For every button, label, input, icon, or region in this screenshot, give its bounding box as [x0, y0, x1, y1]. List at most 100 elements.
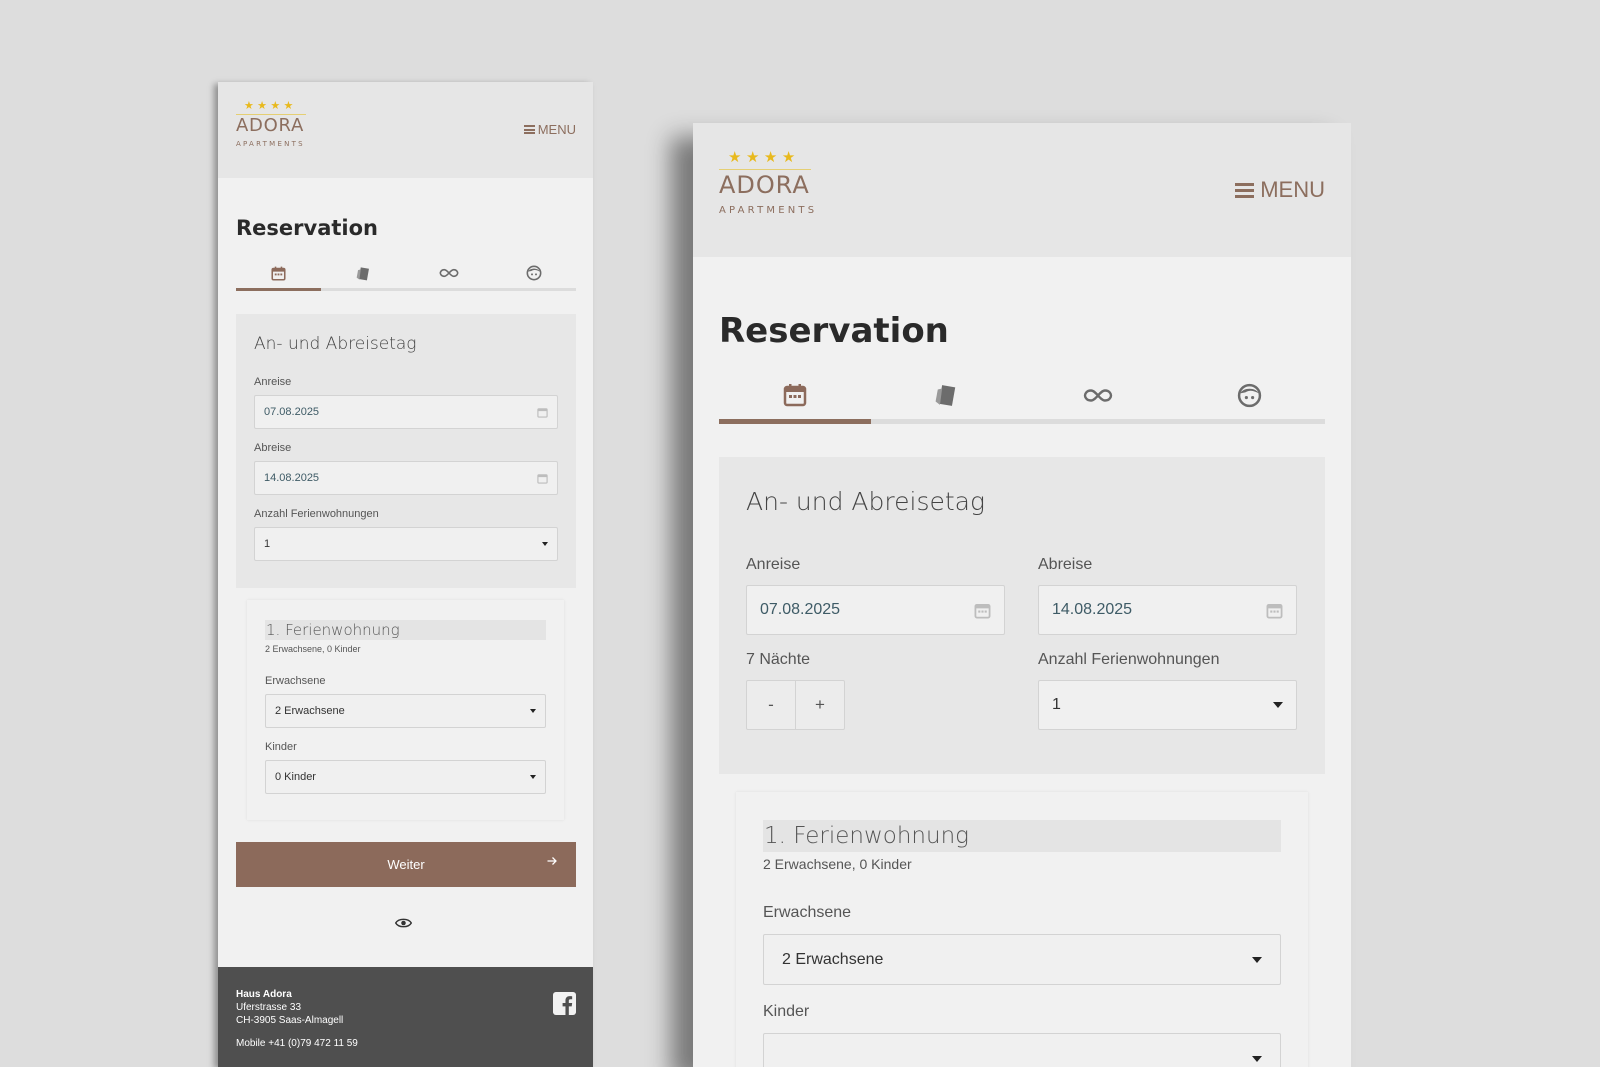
tab-dates[interactable] — [719, 371, 871, 424]
chevron-down-icon — [530, 709, 536, 713]
brand-name: ADORA — [236, 115, 305, 136]
footer-phone[interactable]: Mobile +41 (0)79 472 11 59 — [236, 1037, 575, 1050]
calendar-icon — [974, 603, 991, 618]
chevron-down-icon — [1273, 702, 1283, 708]
dates-panel-title: An- und Abreisetag — [746, 487, 985, 516]
adults-label: Erwachsene — [265, 675, 326, 687]
departure-date-field[interactable]: 14.08.2025 — [254, 461, 558, 495]
adults-select[interactable]: 2 Erwachsene — [265, 694, 546, 728]
calendar-icon — [537, 473, 548, 484]
infinity-icon — [439, 268, 458, 278]
departure-date-value: 14.08.2025 — [264, 472, 320, 484]
mobile-screen-large: ★★★★ ADORA APARTMENTS MENU Reservation A… — [693, 123, 1351, 1067]
apartment-card: 1. Ferienwohnung 2 Erwachsene, 0 Kinder … — [736, 792, 1308, 1067]
children-select[interactable]: 0 Kinder — [265, 760, 546, 794]
apartment-card-title: 1. Ferienwohnung — [265, 620, 546, 640]
apartments-count-select[interactable]: 1 — [1038, 680, 1297, 730]
dates-panel: An- und Abreisetag Anreise 07.08.2025 Ab… — [719, 457, 1325, 774]
rating-stars: ★★★★ — [728, 149, 800, 166]
footer-city: CH-3905 Saas-Almagell — [236, 1015, 344, 1026]
hamburger-icon — [1235, 182, 1255, 198]
tab-guest[interactable] — [491, 258, 576, 291]
arrival-date-value: 07.08.2025 — [264, 406, 320, 418]
logo-divider — [719, 169, 811, 170]
children-value: 0 Kinder — [275, 771, 316, 783]
apartment-card-summary: 2 Erwachsene, 0 Kinder — [763, 856, 912, 872]
nights-minus-button[interactable]: - — [747, 681, 795, 729]
tab-guest[interactable] — [1173, 371, 1325, 424]
tab-extras[interactable] — [406, 258, 491, 291]
tab-dates[interactable] — [236, 258, 321, 291]
departure-date-field[interactable]: 14.08.2025 — [1038, 585, 1297, 635]
children-label: Kinder — [265, 741, 297, 753]
mobile-screen-small: ★★★★ ADORA APARTMENTS MENU Reservation A… — [218, 82, 593, 1067]
page-title: Reservation — [719, 311, 949, 351]
page-title: Reservation — [236, 216, 378, 240]
reservation-steps — [719, 371, 1325, 424]
bookmark-tag-icon — [356, 266, 369, 280]
apartment-card-title: 1. Ferienwohnung — [763, 820, 1281, 852]
rating-stars: ★★★★ — [244, 100, 297, 112]
apartment-card-summary: 2 Erwachsene, 0 Kinder — [265, 644, 361, 654]
chevron-down-icon — [530, 775, 536, 779]
children-select[interactable] — [763, 1033, 1281, 1067]
menu-button[interactable]: MENU — [523, 122, 576, 137]
calendar-icon — [271, 266, 286, 281]
tab-apartment[interactable] — [321, 258, 406, 291]
hamburger-icon — [523, 125, 535, 134]
brand-subtitle: APARTMENTS — [719, 205, 818, 216]
calendar-icon — [783, 384, 806, 407]
site-header: ★★★★ ADORA APARTMENTS MENU — [693, 123, 1351, 257]
infinity-icon — [1083, 388, 1112, 402]
footer-name: Haus Adora — [236, 989, 292, 1000]
site-footer: Haus Adora Uferstrasse 33 CH-3905 Saas-A… — [218, 967, 593, 1067]
dates-panel: An- und Abreisetag Anreise 07.08.2025 Ab… — [236, 314, 576, 588]
nights-group: 7 Nächte - + — [746, 651, 1005, 746]
calendar-icon — [537, 407, 548, 418]
brand-logo[interactable]: ★★★★ ADORA APARTMENTS — [719, 149, 818, 217]
apartments-count-select[interactable]: 1 — [254, 527, 558, 561]
apartments-count-value: 1 — [1052, 696, 1061, 713]
bookmark-tag-icon — [935, 385, 955, 406]
tab-extras[interactable] — [1022, 371, 1174, 424]
dates-grid: Anreise 07.08.2025 Abreise 14.08.2025 7 … — [746, 556, 1298, 746]
departure-group: Abreise 14.08.2025 — [1038, 556, 1297, 651]
facebook-icon[interactable] — [553, 992, 576, 1015]
adults-label: Erwachsene — [763, 904, 852, 921]
calendar-icon — [1266, 603, 1283, 618]
next-button[interactable]: Weiter — [236, 842, 576, 887]
menu-button[interactable]: MENU — [1235, 177, 1325, 203]
apartments-count-value: 1 — [264, 538, 271, 550]
face-icon — [526, 265, 541, 281]
adults-value: 2 Erwachsene — [782, 950, 884, 968]
apartment-card: 1. Ferienwohnung 2 Erwachsene, 0 Kinder … — [247, 600, 564, 820]
arrival-date-value: 07.08.2025 — [760, 601, 841, 618]
nights-label: 7 Nächte — [746, 651, 811, 668]
arrival-group: Anreise 07.08.2025 — [746, 556, 1005, 651]
face-icon — [1237, 383, 1261, 407]
reservation-steps — [236, 258, 576, 291]
apartments-count-label: Anzahl Ferienwohnungen — [1038, 651, 1220, 668]
menu-label: MENU — [537, 122, 576, 137]
arrival-date-field[interactable]: 07.08.2025 — [746, 585, 1005, 635]
brand-logo[interactable]: ★★★★ ADORA APARTMENTS — [236, 100, 306, 149]
nights-stepper[interactable]: - + — [746, 680, 845, 730]
footer-street: Uferstrasse 33 — [236, 1002, 302, 1013]
adults-select[interactable]: 2 Erwachsene — [763, 934, 1281, 985]
menu-label: MENU — [1260, 177, 1325, 202]
arrow-right-icon — [547, 857, 557, 865]
apartments-count-label: Anzahl Ferienwohnungen — [254, 508, 379, 520]
next-button-label: Weiter — [387, 857, 425, 872]
brand-name: ADORA — [719, 171, 810, 199]
eye-icon[interactable] — [395, 917, 412, 929]
departure-label: Abreise — [1038, 556, 1093, 573]
chevron-down-icon — [1252, 1055, 1262, 1062]
arrival-label: Anreise — [746, 556, 801, 573]
adults-value: 2 Erwachsene — [275, 705, 345, 717]
chevron-down-icon — [1252, 956, 1262, 963]
departure-date-value: 14.08.2025 — [1052, 601, 1133, 618]
arrival-date-field[interactable]: 07.08.2025 — [254, 395, 558, 429]
apartments-count-group: Anzahl Ferienwohnungen 1 — [1038, 651, 1297, 746]
nights-plus-button[interactable]: + — [795, 681, 844, 729]
tab-apartment[interactable] — [870, 371, 1022, 424]
